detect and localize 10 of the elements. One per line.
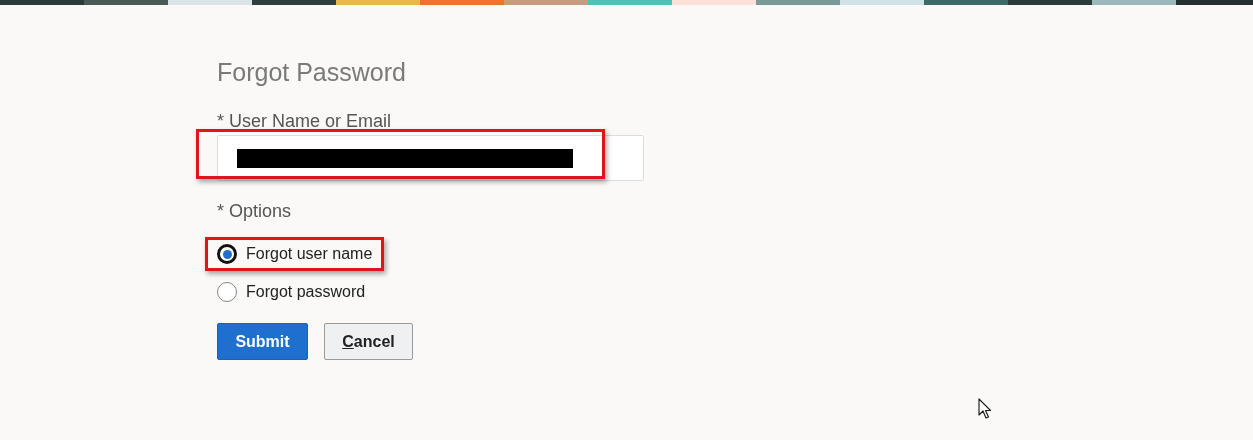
username-field[interactable] — [217, 135, 644, 181]
field-label: * User Name or Email — [217, 110, 392, 133]
radio-button[interactable] — [217, 244, 237, 264]
options-label: * Options — [217, 200, 292, 223]
radio-label[interactable]: Forgot user name — [246, 245, 373, 263]
submit-button[interactable]: Submit — [217, 323, 308, 360]
page-title: Forgot Password — [217, 57, 406, 88]
radio-label[interactable]: Forgot password — [246, 283, 366, 301]
radio-button[interactable] — [217, 282, 237, 302]
cancel-button[interactable]: Cancel — [324, 323, 413, 360]
